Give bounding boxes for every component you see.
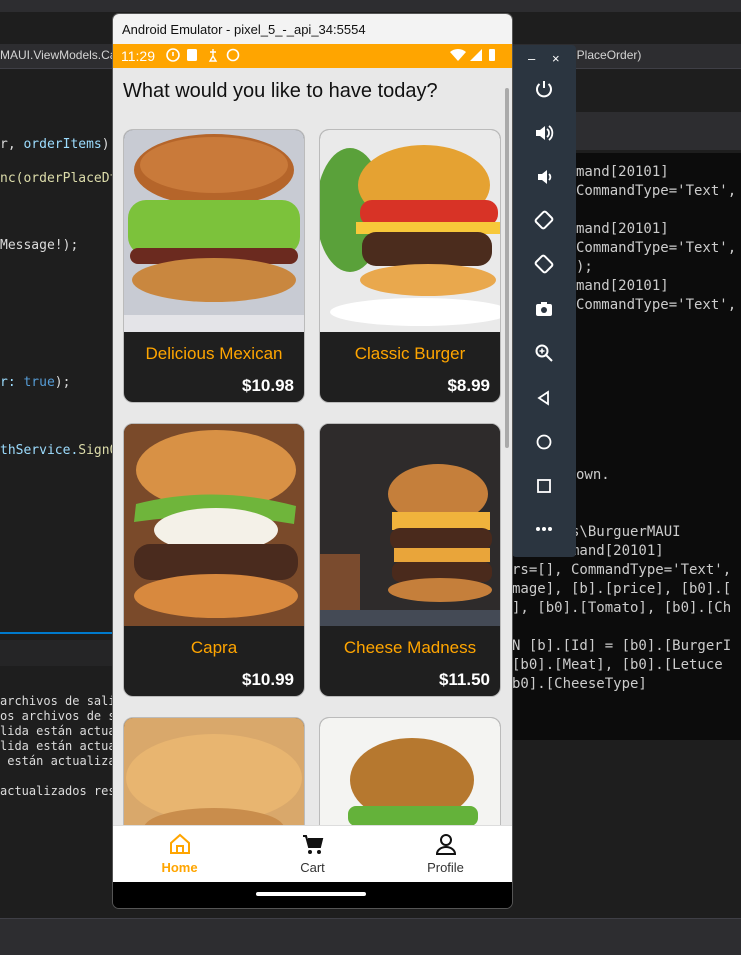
terminal-header: [576, 112, 741, 150]
tab-cart[interactable]: Cart: [246, 826, 379, 883]
output-line: lida están actual: [0, 724, 123, 738]
terminal-line: mand[20101]: [576, 164, 669, 180]
home-icon: [113, 832, 246, 858]
terminal-line: b0].[CheeseType]: [512, 676, 647, 692]
output-line: están actualizad: [0, 754, 123, 768]
product-price: $11.50: [438, 670, 490, 689]
ide-status-bar: [0, 918, 741, 955]
output-line: lida están actual: [0, 739, 123, 753]
volume-down-icon[interactable]: [512, 161, 576, 201]
ide-top-bar: [0, 0, 741, 12]
burger-image: [320, 718, 500, 825]
product-name: Delicious Mexican: [145, 344, 283, 363]
burger-image: [320, 424, 500, 626]
burger-image: [320, 130, 500, 332]
terminal-line: CommandType='Text',: [576, 183, 737, 199]
profile-icon: [379, 832, 512, 858]
tab-home-label: Home: [161, 860, 198, 875]
notification-icons: [165, 46, 245, 67]
terminal-line: CommandType='Text', C: [576, 297, 741, 313]
tab-home[interactable]: Home: [113, 826, 246, 883]
rotate-right-icon[interactable]: [512, 249, 576, 289]
product-card[interactable]: [123, 717, 305, 825]
terminal-line: own.: [576, 467, 610, 483]
home-circle-icon[interactable]: [512, 425, 576, 465]
phone-status-bar: 11:29: [113, 44, 512, 68]
output-line: archivos de salida: [0, 694, 131, 708]
status-right-icons: [448, 46, 498, 67]
status-time: 11:29: [121, 48, 155, 64]
code-line: thService.SignOu: [0, 443, 126, 458]
product-name: Capra: [190, 638, 238, 657]
burger-image: [124, 130, 304, 332]
rotate-left-icon[interactable]: [512, 205, 576, 245]
back-icon[interactable]: [512, 381, 576, 421]
emulator-window: Android Emulator - pixel_5_-_api_34:5554…: [113, 14, 512, 908]
ide-tab-right[interactable]: nPlaceOrder): [570, 48, 641, 62]
terminal-line: ], [b0].[Tomato], [b0].[Ch: [512, 600, 732, 616]
bottom-navigation: Home Cart Profile: [113, 825, 512, 883]
code-line: r: true);: [0, 375, 71, 390]
app-content[interactable]: What would you like to have today? Delic…: [113, 68, 512, 825]
page-title: What would you like to have today?: [123, 80, 438, 102]
zoom-icon[interactable]: [512, 337, 576, 377]
more-icon[interactable]: [512, 513, 576, 553]
product-card[interactable]: Capra $10.99: [123, 423, 305, 697]
emulator-toolbar: – ×: [512, 45, 576, 557]
gesture-bar: [113, 882, 512, 908]
toolbar-window-controls: – ×: [512, 45, 576, 71]
tab-profile-label: Profile: [427, 860, 464, 875]
product-name: Classic Burger: [354, 344, 466, 363]
scrollbar[interactable]: [505, 88, 509, 448]
cart-icon: [246, 832, 379, 858]
tab-profile[interactable]: Profile: [379, 826, 512, 883]
product-card[interactable]: [319, 717, 501, 825]
terminal-line: CommandType='Text',: [576, 240, 737, 256]
product-price: $10.99: [242, 670, 294, 689]
terminal-line: mand[20101]: [576, 278, 669, 294]
product-card[interactable]: Cheese Madness $11.50: [319, 423, 501, 697]
product-name: Cheese Madness: [343, 638, 477, 657]
code-line: nc(orderPlaceDto: [0, 171, 126, 186]
code-line: r, orderItems);: [0, 137, 118, 152]
terminal-line: [b0].[Meat], [b0].[Letuce: [512, 657, 723, 673]
gesture-handle[interactable]: [256, 892, 366, 896]
power-icon[interactable]: [512, 73, 576, 113]
terminal-line: mand[20101]: [576, 221, 669, 237]
code-line: Message!);: [0, 238, 79, 253]
product-card[interactable]: Classic Burger $8.99: [319, 129, 501, 403]
tab-cart-label: Cart: [300, 860, 325, 875]
minimize-button[interactable]: –: [528, 51, 535, 66]
camera-icon[interactable]: [512, 293, 576, 333]
output-line: actualizados resp: [0, 784, 123, 798]
product-price: $8.99: [447, 376, 490, 395]
product-card[interactable]: Delicious Mexican $10.98: [123, 129, 305, 403]
output-line: os archivos de sa: [0, 709, 123, 723]
volume-up-icon[interactable]: [512, 117, 576, 157]
terminal-line: N [b].[Id] = [b0].[BurgerI: [512, 638, 732, 654]
burger-image: [124, 718, 304, 825]
emulator-title-bar[interactable]: Android Emulator - pixel_5_-_api_34:5554: [113, 14, 512, 44]
output-panel: [0, 632, 115, 924]
terminal-line: );: [576, 259, 593, 275]
output-toolbar: [0, 640, 115, 666]
ide-tab-left[interactable]: MAUI.ViewModels.Car: [0, 48, 120, 62]
overview-icon[interactable]: [512, 469, 576, 509]
product-price: $10.98: [242, 376, 294, 395]
close-button[interactable]: ×: [552, 51, 560, 66]
terminal-line: rs=[], CommandType='Text',: [512, 562, 732, 578]
emulator-title: Android Emulator - pixel_5_-_api_34:5554: [122, 22, 366, 37]
burger-image: [124, 424, 304, 626]
terminal-line: mage], [b].[price], [b0].[: [512, 581, 732, 597]
